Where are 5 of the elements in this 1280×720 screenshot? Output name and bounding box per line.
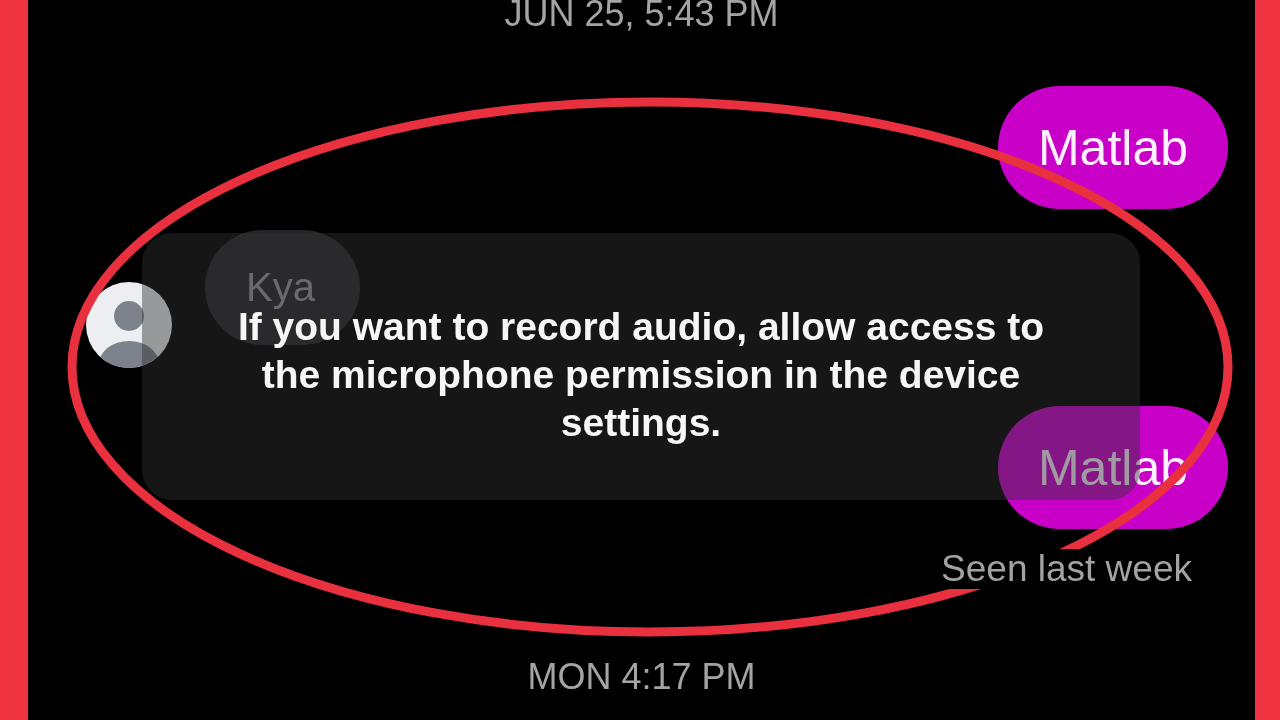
sent-message: Matlab bbox=[997, 86, 1228, 209]
seen-status: Seen last week bbox=[941, 549, 1192, 589]
avatar-icon bbox=[86, 282, 172, 368]
timestamp: MON 4:17 PM bbox=[527, 659, 756, 695]
timestamp: JUN 25, 5:43 PM bbox=[504, 0, 779, 32]
